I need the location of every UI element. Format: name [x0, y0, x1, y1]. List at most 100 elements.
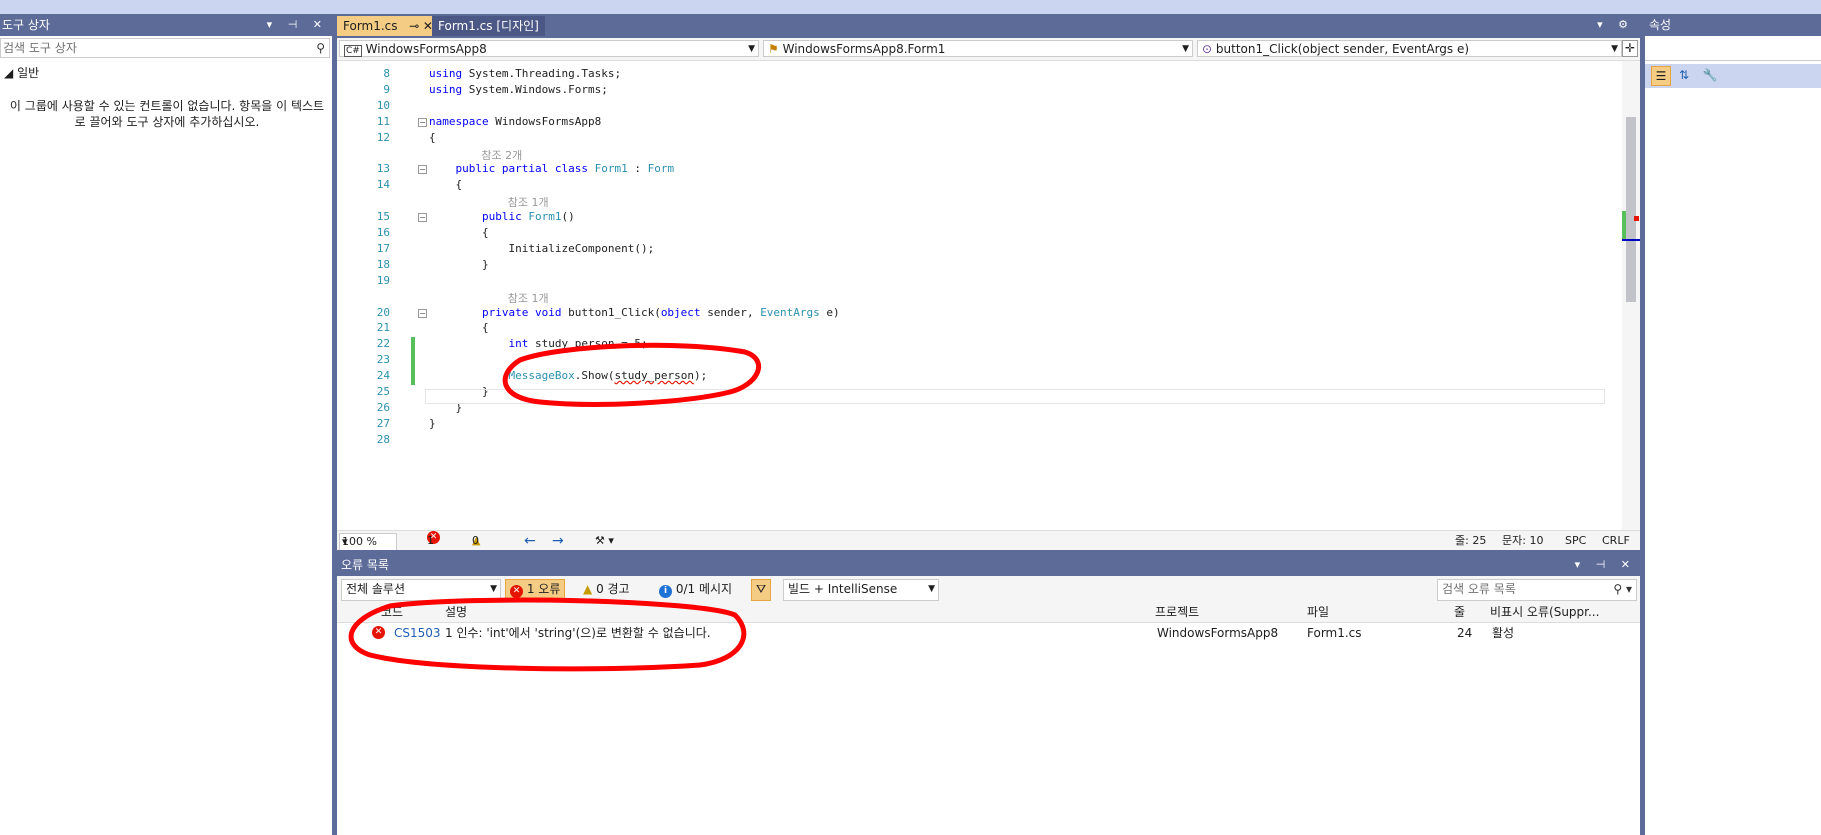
search-icon[interactable]: ⚲	[316, 39, 325, 57]
error-row[interactable]: ✕ CS1503 1 인수: 'int'에서 'string'(으)로 변환할 …	[337, 622, 1640, 644]
error-list-title: 오류 목록	[341, 558, 389, 572]
warnings-filter-button[interactable]: ▲ 0 경고	[579, 579, 634, 599]
code-line: using System.Threading.Tasks;	[429, 67, 622, 80]
scope-value: 전체 솔루션	[346, 582, 406, 596]
line-number: 21	[376, 321, 390, 335]
nav-back-icon[interactable]: ←	[524, 531, 536, 551]
error-project: WindowsFormsApp8	[1157, 626, 1279, 640]
vertical-scrollbar[interactable]	[1622, 61, 1640, 536]
toolbox-title: 도구 상자	[2, 18, 50, 32]
code-line: private void button1_Click(object sender…	[481, 305, 840, 319]
filter-toggle-button[interactable]: ⛛	[751, 579, 772, 601]
status-spc[interactable]: SPC	[1565, 531, 1586, 551]
status-line: 줄: 25	[1455, 534, 1487, 547]
build-filter-dropdown[interactable]: 빌드 + IntelliSense ▼	[783, 579, 939, 601]
code-text-area[interactable]: 8 9 10 11 12 13 14 15 16 17 18 19 20 21 22 23 24 25 26 27 28…	[337, 61, 1622, 536]
column-suppression[interactable]: 비표시 오류(Suppr...	[1490, 602, 1599, 622]
toolbox-group-general[interactable]: ◢ 일반	[4, 64, 39, 81]
error-squiggle: study_person	[614, 369, 694, 383]
properties-panel: 속성 ☰ ⇅ 🔧	[1645, 14, 1821, 835]
error-search-placeholder: 검색 오류 목록	[1442, 582, 1516, 596]
class-dropdown-value: WindowsFormsApp8.Form1	[782, 42, 946, 56]
nav-forward-icon[interactable]: →	[552, 531, 564, 551]
toolbox-window-controls[interactable]: ▾ ⊣ ✕	[267, 14, 328, 36]
column-line[interactable]: 줄	[1454, 602, 1465, 622]
member-dropdown[interactable]: ⊙ button1_Click(object sender, EventArgs…	[1197, 40, 1622, 57]
column-project[interactable]: 프로젝트	[1155, 602, 1199, 622]
codelens-reference[interactable]: 참조 2개	[481, 147, 522, 163]
tab-form1-designer[interactable]: Form1.cs [디자인]	[432, 16, 545, 36]
toolbox-search-input[interactable]: 검색 도구 상자 ⚲	[0, 38, 330, 58]
error-file: Form1.cs	[1307, 626, 1362, 640]
error-marker	[1634, 216, 1639, 221]
line-number: 22	[376, 337, 390, 351]
column-description[interactable]: 설명	[445, 602, 467, 622]
codelens-reference[interactable]: 참조 1개	[508, 194, 549, 210]
codelens-reference[interactable]: 참조 1개	[508, 290, 549, 306]
scope-dropdown[interactable]: 전체 솔루션 ▼	[341, 579, 501, 601]
line-number: 17	[376, 241, 390, 255]
change-bar	[411, 337, 415, 354]
properties-object-dropdown[interactable]	[1645, 38, 1821, 61]
line-number: 16	[376, 226, 390, 239]
properties-wrench-icon[interactable]: 🔧	[1701, 66, 1719, 84]
line-number: 27	[376, 416, 390, 430]
zoom-value: 100 %	[342, 535, 377, 548]
errors-filter-label: 1 오류	[526, 582, 561, 596]
code-line: {	[429, 226, 489, 239]
line-number: 8	[383, 67, 390, 80]
code-line: {	[429, 178, 463, 192]
error-list-titlebar: 오류 목록 ▾ ⊣ ✕	[337, 554, 1640, 576]
fold-toggle-icon[interactable]: −	[418, 165, 427, 175]
project-dropdown[interactable]: C# WindowsFormsApp8 ▼	[339, 40, 759, 57]
project-dropdown-value: WindowsFormsApp8	[365, 42, 487, 56]
code-line: namespace WindowsFormsApp8	[429, 114, 602, 128]
tab-overflow-controls[interactable]: ▾ ⚙	[1597, 18, 1634, 31]
document-tabbar: Form1.cs ⊸ ✕ Form1.cs [디자인] ▾ ⚙	[337, 14, 1640, 38]
error-code-link[interactable]: CS1503	[394, 622, 441, 644]
info-icon: i	[659, 585, 672, 598]
chevron-down-icon: ▼	[928, 584, 935, 594]
column-file[interactable]: 파일	[1307, 602, 1329, 622]
chevron-down-icon: ▼	[490, 584, 497, 594]
code-line: }	[429, 257, 489, 271]
fold-toggle-icon[interactable]: −	[418, 308, 427, 318]
tab-form1-cs[interactable]: Form1.cs ⊸ ✕	[337, 16, 437, 36]
error-list-header: 코드 설명 프로젝트 파일 줄 비표시 오류(Suppr...	[337, 602, 1640, 623]
status-eol[interactable]: CRLF	[1602, 531, 1630, 551]
split-icon[interactable]: ✛	[1622, 40, 1638, 57]
member-dropdown-value: button1_Click(object sender, EventArgs e…	[1215, 42, 1470, 56]
class-dropdown[interactable]: ⚑ WindowsFormsApp8.Form1 ▼	[763, 40, 1193, 57]
code-line: {	[429, 130, 436, 144]
alphabetical-icon[interactable]: ⇅	[1675, 66, 1693, 84]
csharp-project-icon: C#	[344, 45, 362, 57]
chevron-down-icon: ▼	[1611, 44, 1618, 54]
error-list-panel: 오류 목록 ▾ ⊣ ✕ 전체 솔루션 ▼ ✕ 1 오류 ▲ 0 경고 i 0/1…	[337, 554, 1640, 835]
column-code[interactable]: 코드	[381, 602, 403, 622]
code-line: int study_person = 5;	[508, 337, 648, 351]
editor-status-bar: 100 % ▾ ✕ 1 ▲ 0 ← → ⚒ ▾ 줄: 25 문자: 10 SPC…	[337, 530, 1640, 551]
error-list-window-controls[interactable]: ▾ ⊣ ✕	[1575, 554, 1636, 576]
error-search-input[interactable]: 검색 오류 목록 ⚲ ▾	[1437, 579, 1637, 601]
messages-filter-button[interactable]: i 0/1 메시지	[655, 579, 736, 599]
fold-toggle-icon[interactable]: −	[418, 213, 427, 223]
line-number: 13	[376, 162, 390, 176]
code-editor: Form1.cs ⊸ ✕ Form1.cs [디자인] ▾ ⚙ C# Windo…	[337, 14, 1640, 554]
errors-filter-button[interactable]: ✕ 1 오류	[505, 579, 566, 601]
line-number: 20	[376, 305, 390, 319]
scrollbar-thumb[interactable]	[1626, 117, 1636, 302]
close-icon[interactable]: ⊸ ✕	[409, 16, 433, 36]
collapse-triangle-icon[interactable]: ◢	[4, 66, 13, 80]
fold-toggle-icon[interactable]: −	[418, 117, 427, 127]
code-line: MessageBox.Show(study_person);	[508, 369, 708, 383]
error-count-value: 1	[427, 534, 434, 547]
brush-icon[interactable]: ⚒ ▾	[595, 531, 614, 551]
code-line: using System.Windows.Forms;	[429, 82, 608, 96]
error-description: 1 인수: 'int'에서 'string'(으)로 변환할 수 없습니다.	[445, 626, 711, 640]
line-number: 12	[376, 130, 390, 144]
zoom-dropdown[interactable]: 100 % ▾	[339, 533, 397, 551]
method-icon: ⊙	[1202, 42, 1213, 56]
status-char: 문자: 10	[1502, 534, 1544, 547]
categorized-icon[interactable]: ☰	[1651, 66, 1671, 86]
search-icon[interactable]: ⚲ ▾	[1613, 580, 1632, 598]
